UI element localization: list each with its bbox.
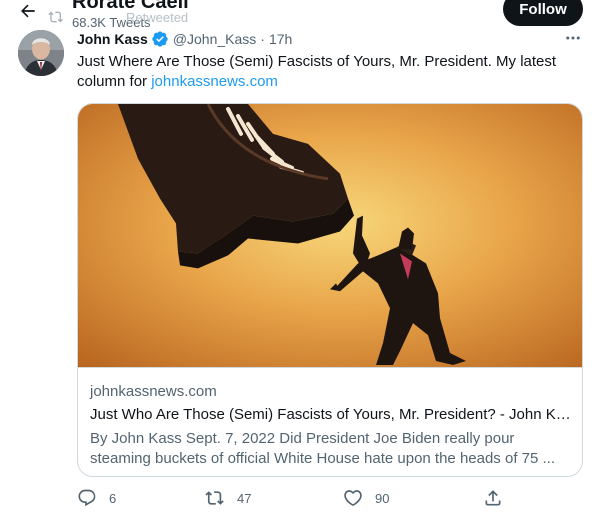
card-body: johnkassnews.com Just Who Are Those (Sem… — [90, 382, 572, 469]
author-name[interactable]: John Kass — [77, 31, 148, 47]
more-button[interactable] — [563, 28, 583, 48]
tweet-body: Just Where Are Those (Semi) Fascists of … — [77, 53, 557, 90]
tweet-author-row: John Kass @John_Kass · 17h — [77, 30, 292, 48]
avatar[interactable] — [18, 30, 64, 76]
author-handle[interactable]: @John_Kass — [173, 31, 256, 47]
reply-button[interactable]: 6 — [77, 488, 116, 508]
card-domain: johnkassnews.com — [90, 383, 217, 400]
retweet-indicator — [48, 9, 70, 25]
share-icon — [485, 490, 501, 506]
card-description: By John Kass Sept. 7, 2022 Did President… — [90, 430, 556, 467]
like-icon — [344, 490, 362, 506]
tweet-timestamp[interactable]: 17h — [269, 31, 292, 47]
more-icon — [566, 36, 580, 40]
retweet-count: 47 — [237, 490, 252, 506]
like-count: 90 — [375, 490, 390, 506]
retweet-icon — [48, 11, 63, 23]
share-button[interactable] — [483, 488, 503, 508]
tweet-actions: 6 47 90 — [77, 488, 501, 512]
tweet-link[interactable]: johnkassnews.com — [151, 73, 278, 90]
like-button[interactable]: 90 — [343, 488, 389, 508]
retweet-icon — [205, 491, 224, 505]
separator: · — [260, 31, 265, 47]
verified-icon — [152, 31, 168, 47]
card-title[interactable]: Just Who Are Those (Semi) Fascists of Yo… — [90, 405, 572, 425]
tweet-text: Just Where Are Those (Semi) Fascists of … — [77, 52, 577, 92]
card-image — [78, 104, 582, 368]
follow-button[interactable]: Follow — [503, 0, 583, 26]
link-card[interactable]: johnkassnews.com Just Who Are Those (Sem… — [77, 103, 583, 477]
reply-count: 6 — [109, 490, 117, 506]
back-button[interactable] — [14, 0, 42, 22]
retweeted-label: Retweeted — [126, 10, 189, 25]
avatar-image — [18, 30, 64, 76]
retweet-button[interactable]: 47 — [205, 488, 251, 508]
reply-icon — [78, 489, 96, 507]
back-arrow-icon — [21, 4, 35, 18]
